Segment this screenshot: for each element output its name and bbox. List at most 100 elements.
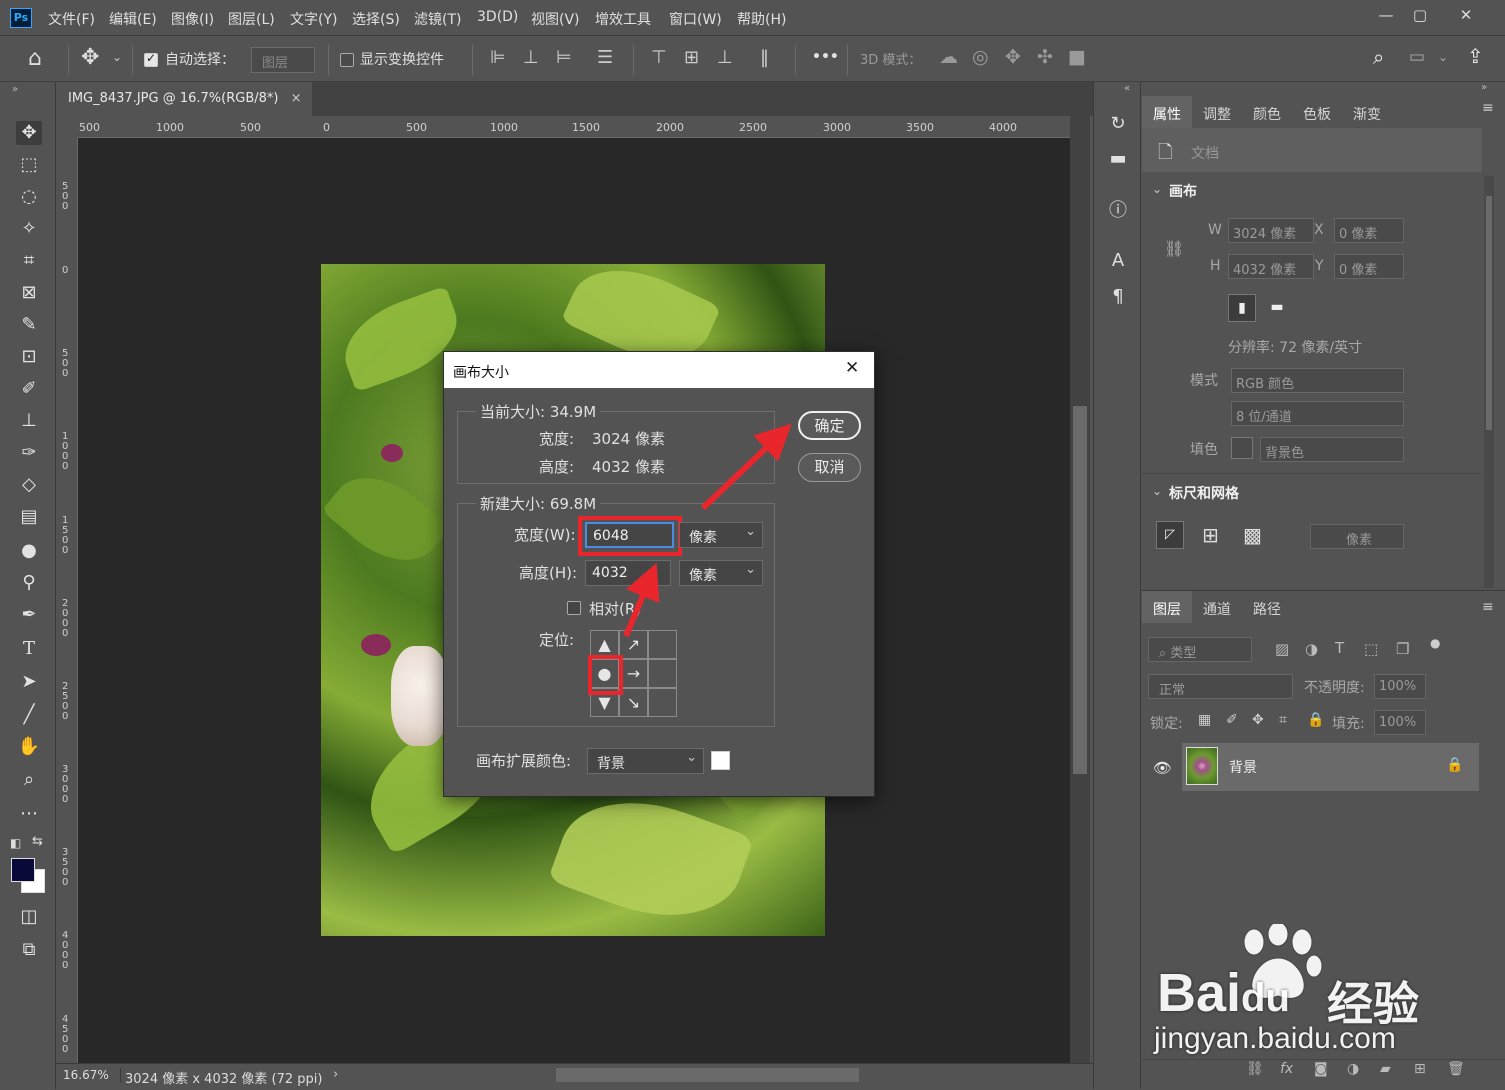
status-menu-icon[interactable]: › — [333, 1067, 338, 1082]
portrait-orientation-icon[interactable]: ▮ — [1228, 294, 1256, 322]
align-right-icon[interactable]: ⊨ — [556, 47, 572, 68]
ruler-toggle-icon[interactable]: ◸ — [1156, 521, 1184, 549]
cancel-button[interactable]: 取消 — [798, 453, 861, 482]
add-mask-icon[interactable]: ◙ — [1314, 1061, 1328, 1077]
canvas-x-field[interactable]: 0 像素 — [1334, 218, 1404, 243]
swap-colors-icon[interactable]: ⇆ — [32, 834, 43, 849]
crop-tool-icon[interactable]: ⌗ — [16, 249, 42, 273]
link-layers-icon[interactable]: ⛓ — [1246, 1061, 1264, 1077]
close-window-button[interactable]: ✕ — [1450, 4, 1482, 26]
tab-color[interactable]: 颜色 — [1242, 96, 1292, 128]
restore-button[interactable]: ▢ — [1404, 4, 1436, 26]
auto-select-checkbox[interactable]: ✓ — [144, 51, 158, 67]
color-mode-select[interactable]: RGB 颜色 — [1231, 368, 1404, 393]
menu-help[interactable]: 帮助(H) — [737, 9, 786, 29]
new-layer-icon[interactable]: ⊞ — [1414, 1061, 1426, 1077]
screen-mode-icon[interactable]: ⧉ — [16, 938, 42, 962]
magic-wand-icon[interactable]: ✧ — [16, 217, 42, 241]
ok-button[interactable]: 确定 — [798, 411, 861, 440]
search-icon[interactable]: ⌕ — [1373, 45, 1384, 69]
close-tab-icon[interactable]: × — [291, 91, 302, 106]
grid-toggle-icon[interactable]: ⊞ — [1202, 523, 1219, 547]
height-unit-select[interactable]: 像素 — [679, 560, 763, 586]
align-middle-icon[interactable]: ⊞ — [684, 47, 699, 68]
more-options-icon[interactable]: ••• — [812, 49, 839, 65]
canvas-section-title[interactable]: 画布 — [1169, 181, 1197, 201]
menu-plugins[interactable]: 增效工具 — [595, 9, 651, 29]
rulers-section-title[interactable]: 标尺和网格 — [1169, 483, 1239, 503]
move-tool-icon[interactable]: ✥ — [16, 121, 42, 145]
comments-icon[interactable]: ▬ — [1105, 146, 1131, 172]
menu-select[interactable]: 选择(S) — [352, 9, 400, 29]
minimize-button[interactable]: — — [1370, 4, 1402, 26]
layer-thumbnail[interactable] — [1186, 747, 1218, 785]
dialog-close-icon[interactable]: ✕ — [845, 358, 859, 378]
anchor-top-right[interactable] — [648, 630, 677, 659]
document-info[interactable]: 3024 像素 x 4032 像素 (72 ppi) — [125, 1068, 322, 1087]
3d-orbit-icon[interactable]: ☁ — [939, 46, 958, 68]
info-icon[interactable]: ⓘ — [1105, 198, 1131, 224]
share-icon[interactable]: ⇪ — [1467, 44, 1484, 68]
lock-transparent-icon[interactable]: ▦ — [1198, 712, 1211, 728]
more-tools-icon[interactable]: ⋯ — [16, 802, 42, 826]
show-transform-checkbox[interactable] — [340, 53, 354, 67]
layer-lock-icon[interactable]: 🔒 — [1446, 757, 1463, 773]
layer-row-background[interactable] — [1182, 743, 1479, 791]
filter-smart-icon[interactable]: ❐ — [1396, 640, 1409, 658]
home-icon[interactable]: ⌂ — [28, 46, 42, 71]
paragraph-icon[interactable]: ¶ — [1105, 284, 1131, 310]
tab-gradients[interactable]: 渐变 — [1342, 96, 1392, 128]
eyedropper-icon[interactable]: ✎ — [16, 313, 42, 337]
3d-camera-icon[interactable]: ■ — [1068, 46, 1086, 68]
fill-select[interactable]: 背景色 — [1260, 437, 1404, 462]
link-icon[interactable]: ⛓ — [1164, 239, 1184, 258]
chevron-down-icon[interactable]: ⌄ — [112, 50, 122, 64]
height-input[interactable]: 4032 — [585, 560, 671, 586]
layer-name[interactable]: 背景 — [1229, 757, 1257, 777]
delete-layer-icon[interactable]: 🗑 — [1447, 1061, 1465, 1077]
filter-toggle-icon[interactable]: ● — [1430, 636, 1440, 650]
lock-artboard-icon[interactable]: ⌗ — [1279, 712, 1287, 728]
move-tool-icon[interactable]: ✥ — [81, 45, 99, 70]
blur-tool-icon[interactable]: ● — [16, 539, 42, 563]
relative-checkbox[interactable] — [567, 601, 581, 615]
filter-pixel-icon[interactable]: ▨ — [1275, 640, 1289, 658]
healing-brush-icon[interactable]: ⊡ — [16, 345, 42, 369]
bit-depth-select[interactable]: 8 位/通道 — [1231, 401, 1404, 426]
history-brush-icon[interactable]: ✑ — [16, 441, 42, 465]
tab-adjustments[interactable]: 调整 — [1192, 96, 1242, 128]
lasso-tool-icon[interactable]: ◌ — [16, 185, 42, 209]
default-colors-icon[interactable]: ◧ — [10, 836, 21, 850]
properties-scrollbar[interactable] — [1484, 176, 1494, 588]
extension-color-select[interactable]: 背景 — [587, 748, 704, 774]
canvas-y-field[interactable]: 0 像素 — [1334, 254, 1404, 279]
character-icon[interactable]: A — [1105, 248, 1131, 274]
extension-color-swatch[interactable] — [711, 751, 730, 770]
dodge-tool-icon[interactable]: ⚲ — [16, 571, 42, 595]
history-icon[interactable]: ↻ — [1105, 111, 1131, 137]
menu-filter[interactable]: 滤镜(T) — [414, 9, 461, 29]
menu-edit[interactable]: 编辑(E) — [109, 9, 157, 29]
pixel-grid-icon[interactable]: ▩ — [1243, 523, 1262, 547]
collapse-panels-icon[interactable]: » — [1481, 82, 1487, 93]
visibility-eye-icon[interactable]: 👁 — [1153, 759, 1172, 777]
3d-slide-icon[interactable]: ✣ — [1037, 46, 1053, 68]
frame-tool-icon[interactable]: ⊠ — [16, 281, 42, 305]
distribute-icon[interactable]: ☰ — [597, 47, 613, 68]
auto-select-target-select[interactable]: 图层 — [251, 47, 315, 73]
landscape-orientation-icon[interactable]: ▬ — [1263, 294, 1291, 322]
zoom-tool-icon[interactable]: ⌕ — [16, 768, 42, 792]
menu-3d[interactable]: 3D(D) — [477, 9, 518, 25]
horizontal-scrollbar-thumb[interactable] — [556, 1068, 859, 1082]
align-left-icon[interactable]: ⊫ — [490, 47, 506, 68]
tab-layers[interactable]: 图层 — [1142, 591, 1192, 623]
rulers-section-chevron-icon[interactable]: ⌄ — [1152, 484, 1162, 498]
brush-tool-icon[interactable]: ✐ — [16, 377, 42, 401]
3d-roll-icon[interactable]: ◎ — [972, 46, 989, 68]
width-unit-select[interactable]: 像素 — [679, 522, 763, 548]
document-tab[interactable]: IMG_8437.JPG @ 16.7%(RGB/8*) × — [56, 82, 312, 116]
menu-image[interactable]: 图像(I) — [171, 9, 214, 29]
scrollbar-thumb[interactable] — [1073, 406, 1087, 774]
vertical-scrollbar[interactable] — [1070, 116, 1090, 1063]
layer-filter-select[interactable]: ⌕ 类型 — [1148, 637, 1252, 662]
